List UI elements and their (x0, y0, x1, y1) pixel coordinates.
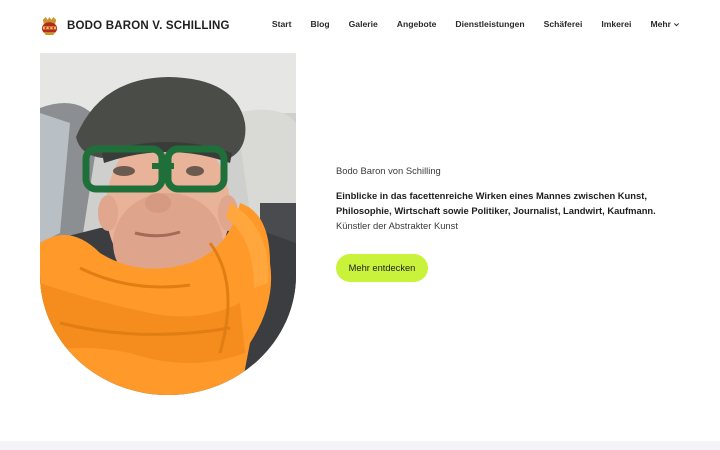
site-header: BODO BARON V. SCHILLING Start Blog Galer… (0, 0, 720, 52)
site-title: BODO BARON V. SCHILLING (67, 20, 230, 32)
nav-item-label: Galerie (348, 19, 378, 29)
hero-name: Bodo Baron von Schilling (336, 165, 441, 176)
nav-item-galerie[interactable]: Galerie (349, 19, 378, 29)
hero-description-bold: Einblicke in das facettenreiche Wirken e… (336, 190, 656, 216)
portrait-photo (40, 53, 296, 395)
nav-item-schaeferei[interactable]: Schäferei (544, 19, 583, 29)
nav-item-label: Angebote (396, 19, 437, 29)
nav-item-label: Blog (310, 19, 330, 29)
hero-text: Bodo Baron von Schilling Einblicke in da… (336, 164, 666, 233)
mehr-entdecken-button[interactable]: Mehr entdecken (336, 254, 428, 282)
crest-icon (41, 16, 58, 36)
nav-item-label: Schäferei (543, 19, 583, 29)
hero-description: Einblicke in das facettenreiche Wirken e… (336, 188, 666, 233)
footer-band (0, 441, 720, 450)
main-nav: Start Blog Galerie Angebote Dienstleistu… (272, 19, 680, 29)
nav-item-imkerei[interactable]: Imkerei (601, 19, 631, 29)
site-brand-link[interactable]: BODO BARON V. SCHILLING (40, 16, 230, 36)
nav-item-label: Imkerei (601, 19, 632, 29)
nav-item-start[interactable]: Start (272, 19, 292, 29)
nav-item-dienstleistungen[interactable]: Dienstleistungen (455, 19, 524, 29)
hero-description-regular: Künstler der Abstrakter Kunst (336, 220, 458, 231)
nav-item-blog[interactable]: Blog (311, 19, 330, 29)
hero-portrait (40, 53, 296, 395)
nav-item-label: Mehr (650, 19, 671, 29)
nav-item-label: Dienstleistungen (455, 19, 525, 29)
nav-item-mehr[interactable]: Mehr (650, 19, 680, 29)
nav-item-angebote[interactable]: Angebote (397, 19, 437, 29)
chevron-down-icon (673, 22, 680, 26)
nav-item-label: Start (271, 19, 292, 29)
